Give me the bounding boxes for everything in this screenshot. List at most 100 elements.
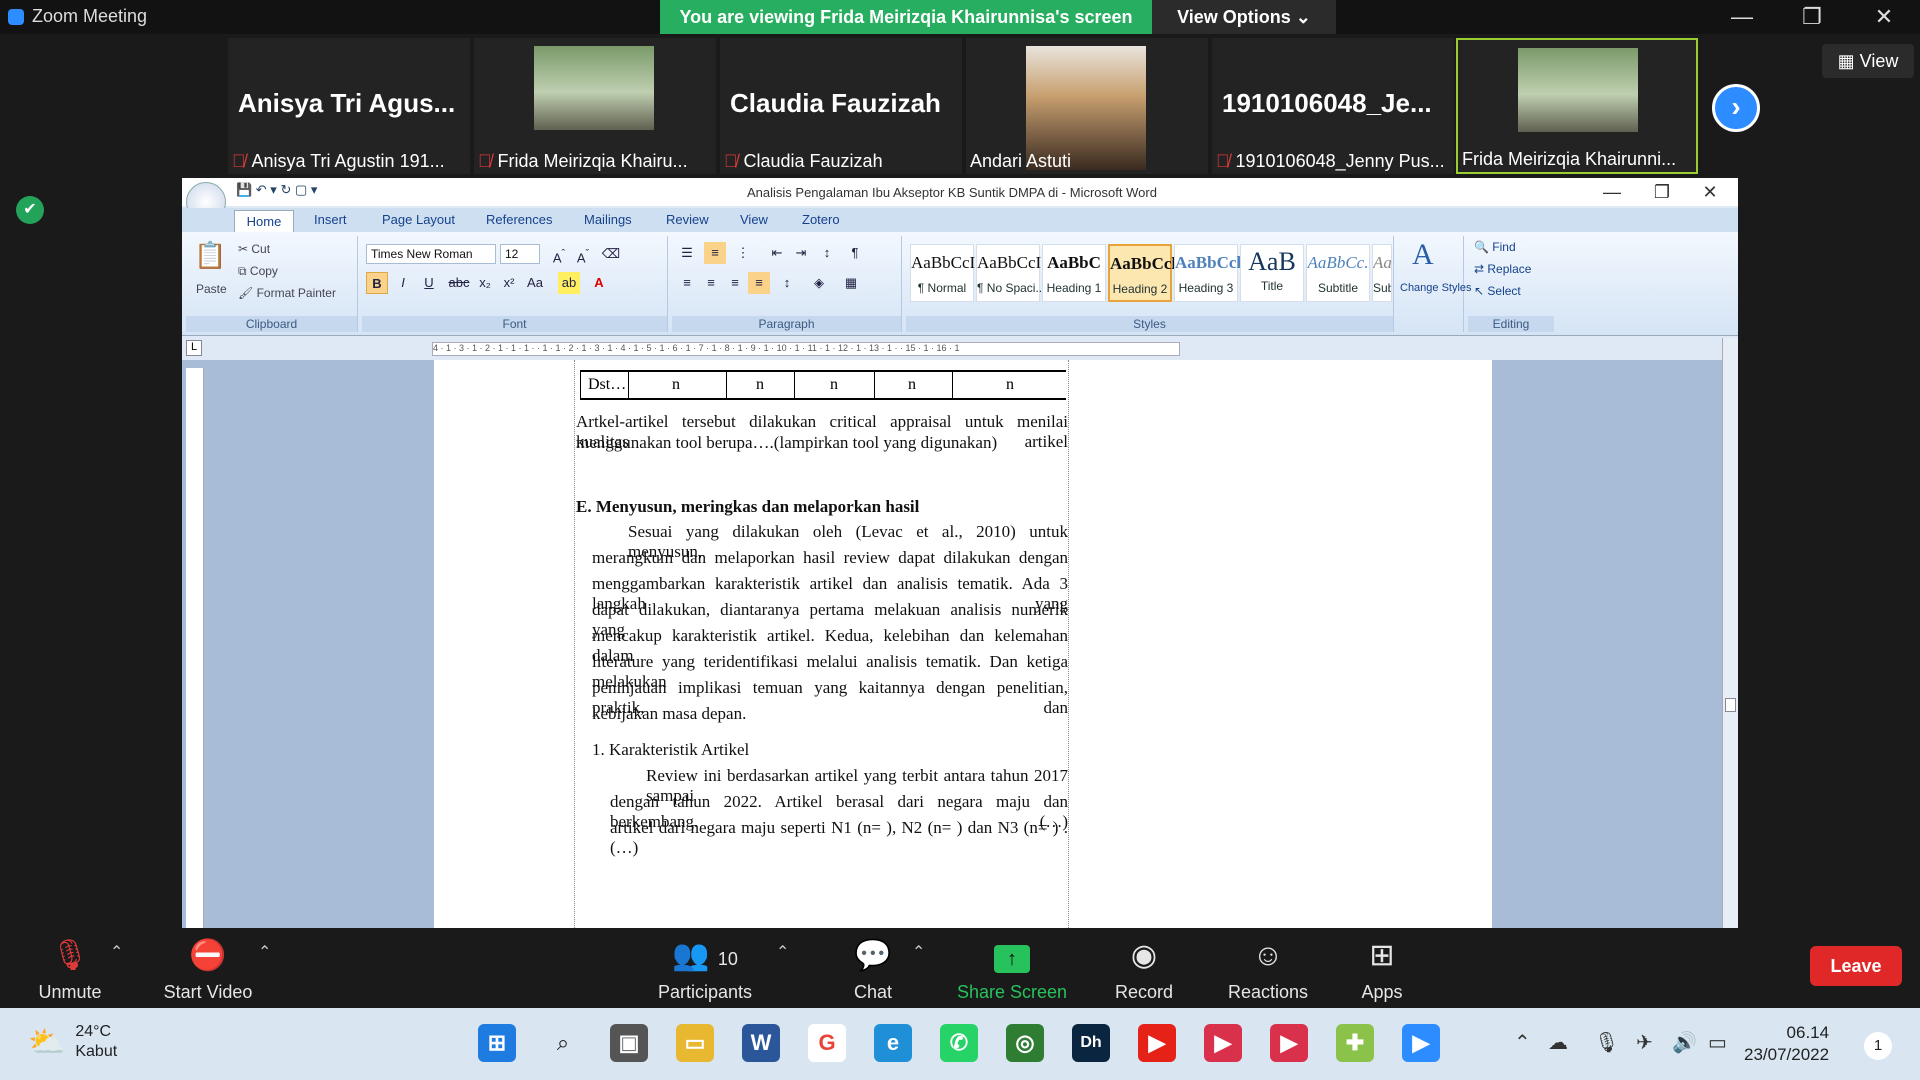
app-icon[interactable]: ◎: [1006, 1024, 1044, 1062]
numbering-icon[interactable]: ≡: [704, 242, 726, 264]
file-explorer-icon[interactable]: ▭: [676, 1024, 714, 1062]
line-spacing-icon[interactable]: ↕: [776, 272, 798, 294]
paste-icon[interactable]: 📋: [194, 240, 226, 271]
task-view-icon[interactable]: ▣: [610, 1024, 648, 1062]
chat-button[interactable]: 💬 Chat: [838, 936, 908, 1003]
justify-icon[interactable]: ≡: [748, 272, 770, 294]
view-button[interactable]: ▦ View: [1822, 44, 1914, 78]
whatsapp-icon[interactable]: ✆: [940, 1024, 978, 1062]
find-button[interactable]: 🔍 Find: [1474, 240, 1516, 254]
apps-button[interactable]: ⊞ Apps: [1352, 936, 1412, 1003]
word-restore-button[interactable]: ❐: [1642, 180, 1682, 204]
start-menu-icon[interactable]: ⊞: [478, 1024, 516, 1062]
grow-font-icon[interactable]: Aˆ: [548, 243, 570, 265]
bold-button[interactable]: B: [366, 272, 388, 294]
tab-view[interactable]: View: [740, 212, 768, 227]
change-styles-button[interactable]: Change Styles: [1400, 282, 1472, 294]
change-case-button[interactable]: Aa: [524, 272, 546, 294]
copy-button[interactable]: ⧉ Copy: [238, 264, 278, 279]
borders-icon[interactable]: ▦: [840, 272, 862, 294]
security-shield-icon[interactable]: ✔: [16, 196, 44, 224]
subscript-button[interactable]: x₂: [474, 272, 496, 294]
participant-tile[interactable]: 🎙̸ Frida Meirizqia Khairu...: [474, 38, 716, 174]
style-no-spacing[interactable]: AaBbCcI ¶ No Spaci...: [976, 244, 1045, 302]
tab-references[interactable]: References: [486, 212, 552, 227]
table-row[interactable]: Dst… n n n n n: [580, 370, 1066, 400]
tab-page-layout[interactable]: Page Layout: [382, 212, 455, 227]
video-options-chevron-icon[interactable]: ⌃: [258, 942, 271, 962]
participant-tile-active[interactable]: Frida Meirizqia Khairunni...: [1456, 38, 1698, 174]
cut-button[interactable]: ✂ Cut: [238, 242, 270, 256]
increase-indent-icon[interactable]: ⇥: [790, 242, 812, 264]
reactions-button[interactable]: ☺ Reactions: [1218, 936, 1318, 1003]
underline-button[interactable]: U: [418, 272, 440, 294]
quick-access-toolbar[interactable]: 💾 ↶ ▾ ↻ ▢ ▾: [236, 182, 317, 198]
italic-button[interactable]: I: [392, 272, 414, 294]
participants-button[interactable]: 👥 10 Participants: [650, 936, 760, 1003]
tab-mailings[interactable]: Mailings: [584, 212, 632, 227]
volume-icon[interactable]: 🔊: [1672, 1030, 1697, 1055]
chat-chevron-icon[interactable]: ⌃: [912, 942, 925, 962]
word-app-icon[interactable]: W: [742, 1024, 780, 1062]
superscript-button[interactable]: x²: [498, 272, 520, 294]
airplane-mode-icon[interactable]: ✈: [1636, 1030, 1653, 1055]
style-subtle-emphasis[interactable]: AaBbCcD Subtle Em...: [1372, 244, 1392, 302]
participants-chevron-icon[interactable]: ⌃: [776, 942, 789, 962]
app-icon[interactable]: ✚: [1336, 1024, 1374, 1062]
microphone-icon[interactable]: 🎙: [1594, 1030, 1619, 1055]
tab-selector-icon[interactable]: L: [186, 340, 202, 356]
align-center-icon[interactable]: ≡: [700, 272, 722, 294]
horizontal-ruler[interactable]: L 4 · 1 · 3 · 1 · 2 · 1 · 1 · 1 · · 1 · …: [182, 338, 1738, 358]
participant-tile[interactable]: Anisya Tri Agus... 🎙̸ Anisya Tri Agustin …: [228, 38, 470, 174]
format-painter-button[interactable]: 🖌 Format Painter: [238, 286, 336, 300]
tab-zotero[interactable]: Zotero: [802, 212, 840, 227]
clock[interactable]: 06.14 23/07/2022: [1744, 1022, 1829, 1066]
bullets-icon[interactable]: ☰: [676, 242, 698, 264]
search-icon[interactable]: ⌕: [544, 1024, 582, 1062]
app-icon[interactable]: Dh: [1072, 1024, 1110, 1062]
audio-options-chevron-icon[interactable]: ⌃: [110, 942, 123, 962]
tab-home[interactable]: Home: [234, 210, 294, 232]
vertical-ruler[interactable]: [186, 368, 204, 928]
document-page[interactable]: Dst… n n n n n Artkel-artikel tersebut d…: [434, 360, 1492, 928]
replace-button[interactable]: ⇄ Replace: [1474, 262, 1531, 276]
style-subtitle[interactable]: AaBbCc. Subtitle: [1306, 244, 1370, 302]
change-styles-icon[interactable]: A: [1412, 238, 1434, 272]
show-marks-icon[interactable]: ¶: [844, 242, 866, 264]
next-page-icon[interactable]: ›: [1712, 84, 1760, 132]
vertical-scrollbar[interactable]: [1722, 338, 1738, 928]
select-button[interactable]: ↖ Select: [1474, 284, 1521, 298]
youtube-icon[interactable]: ▶: [1138, 1024, 1176, 1062]
close-button[interactable]: ✕: [1864, 2, 1904, 32]
tab-review[interactable]: Review: [666, 212, 709, 227]
style-heading-1[interactable]: AaBbC Heading 1: [1042, 244, 1106, 302]
participant-tile[interactable]: 1910106048_Je... 🎙̸ 1910106048_Jenny Pus.…: [1212, 38, 1454, 174]
scrollbar-thumb[interactable]: [1725, 698, 1736, 712]
tab-insert[interactable]: Insert: [314, 212, 347, 227]
style-heading-3[interactable]: AaBbCcl Heading 3: [1174, 244, 1241, 302]
clear-format-icon[interactable]: ⌫: [600, 243, 622, 265]
zoom-taskbar-icon[interactable]: ▶: [1402, 1024, 1440, 1062]
unmute-button[interactable]: 🎙 Unmute: [30, 936, 110, 1003]
shrink-font-icon[interactable]: Aˇ: [572, 243, 594, 265]
chrome-icon[interactable]: G: [808, 1024, 846, 1062]
notification-badge[interactable]: 1: [1864, 1032, 1892, 1060]
restore-button[interactable]: ❐: [1792, 2, 1832, 32]
font-name-combo[interactable]: Times New Roman: [366, 244, 496, 264]
paste-button[interactable]: Paste: [196, 282, 227, 296]
highlight-icon[interactable]: ab: [558, 272, 580, 294]
participant-tile[interactable]: Claudia Fauzizah 🎙̸ Claudia Fauzizah: [720, 38, 962, 174]
decrease-indent-icon[interactable]: ⇤: [766, 242, 788, 264]
align-left-icon[interactable]: ≡: [676, 272, 698, 294]
edge-icon[interactable]: e: [874, 1024, 912, 1062]
strikethrough-button[interactable]: abc: [448, 272, 470, 294]
participant-tile[interactable]: Andari Astuti: [966, 38, 1208, 174]
font-size-combo[interactable]: 12: [500, 244, 540, 264]
weather-widget[interactable]: ⛅ 24°C Kabut: [28, 1022, 117, 1062]
sort-icon[interactable]: ↕: [816, 242, 838, 264]
record-button[interactable]: ◉ Record: [1104, 936, 1184, 1003]
document-area[interactable]: Dst… n n n n n Artkel-artikel tersebut d…: [182, 360, 1722, 928]
font-color-icon[interactable]: A: [588, 272, 610, 294]
align-right-icon[interactable]: ≡: [724, 272, 746, 294]
video-app-icon[interactable]: ▶: [1270, 1024, 1308, 1062]
